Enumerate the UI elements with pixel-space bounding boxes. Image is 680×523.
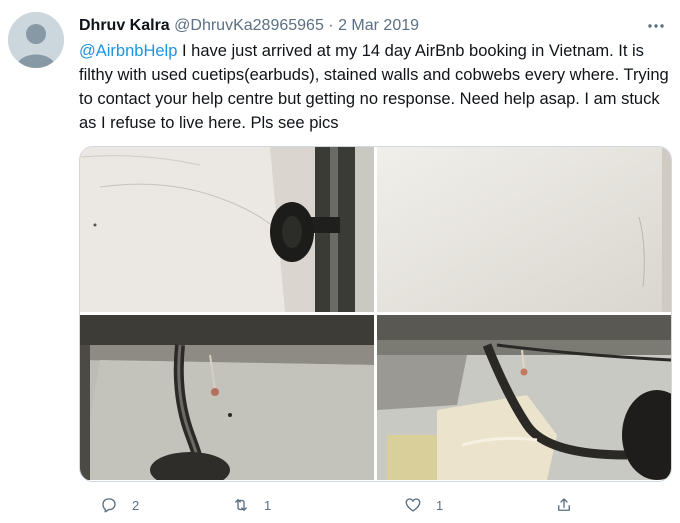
tweet-header: Dhruv Kalra @DhruvKa28965965 · 2 Mar 201… [79,16,419,36]
heart-icon [405,498,421,512]
more-dots-icon [648,24,664,28]
tweet: Dhruv Kalra @DhruvKa28965965 · 2 Mar 201… [0,0,680,523]
reply-count: 2 [132,497,140,513]
retweet-icon [235,499,247,511]
tweet-text: @AirbnbHelp I have just arrived at my 14… [79,39,669,135]
photo-wall-corner [80,147,374,312]
tweet-date[interactable]: 2 Mar 2019 [338,17,419,34]
reply-button[interactable]: 2 [100,496,139,514]
header-separator: · [328,17,334,34]
author-handle[interactable]: @DhruvKa28965965 [174,17,324,34]
photo-4[interactable] [377,315,671,480]
share-button[interactable] [555,496,573,514]
author-name[interactable]: Dhruv Kalra [79,17,170,34]
more-options-button[interactable] [644,14,668,38]
reply-icon [102,498,116,513]
retweet-count: 1 [264,497,272,513]
tweet-actions: 2 1 1 [79,493,669,517]
photo-1[interactable] [80,147,374,312]
default-avatar-icon [8,12,64,68]
like-button[interactable]: 1 [404,496,443,514]
photo-wires-earbud [80,315,374,480]
photo-2[interactable] [377,147,671,312]
photo-stained-wall [377,147,671,312]
photo-3[interactable] [80,315,374,480]
tweet-media-grid [79,146,672,482]
share-icon [558,498,570,511]
retweet-button[interactable]: 1 [232,496,271,514]
like-count: 1 [436,497,444,513]
photo-cables-socket [377,315,671,480]
avatar[interactable] [8,12,64,68]
mention-link[interactable]: @AirbnbHelp [79,42,177,60]
